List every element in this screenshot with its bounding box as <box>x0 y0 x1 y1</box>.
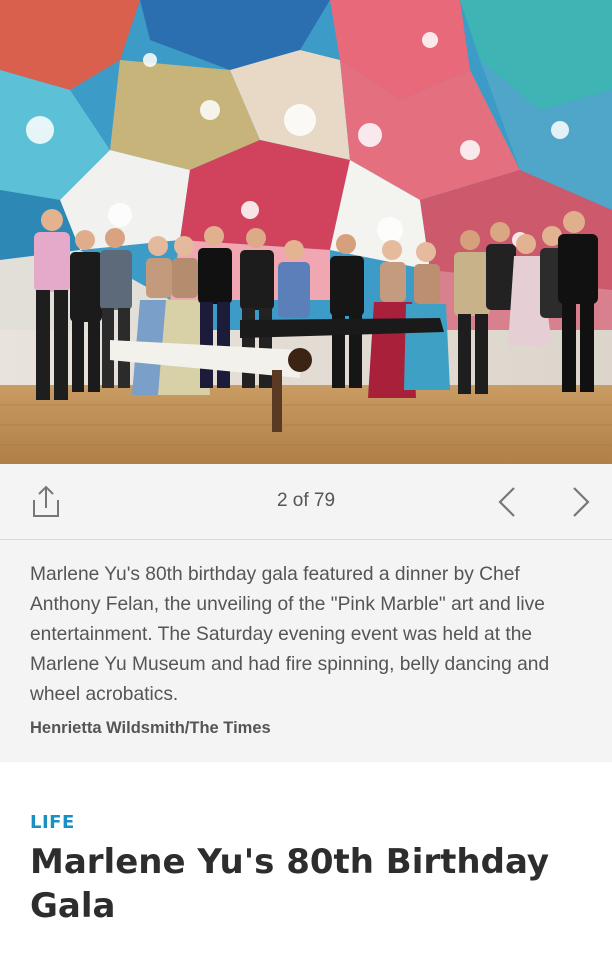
photo-caption: Marlene Yu's 80th birthday gala featured… <box>30 564 550 705</box>
article-headline: Marlene Yu's 80th Birthday Gala <box>30 842 549 926</box>
section-link[interactable]: LIFE <box>30 812 75 833</box>
gallery-toolbar: 2 of 79 <box>0 464 612 540</box>
article-header: LIFE Marlene Yu's 80th Birthday Gala <box>0 762 612 960</box>
next-photo-button[interactable] <box>562 484 598 520</box>
chevron-right-icon <box>573 487 590 517</box>
previous-photo-button[interactable] <box>490 484 526 520</box>
photo-credit: Henrietta Wildsmith/The Times <box>30 719 271 737</box>
chevron-left-icon <box>498 487 515 517</box>
photo-caption-panel: Marlene Yu's 80th birthday gala featured… <box>0 540 612 762</box>
gallery-photo[interactable] <box>0 0 612 464</box>
group-photo-image <box>0 0 612 464</box>
